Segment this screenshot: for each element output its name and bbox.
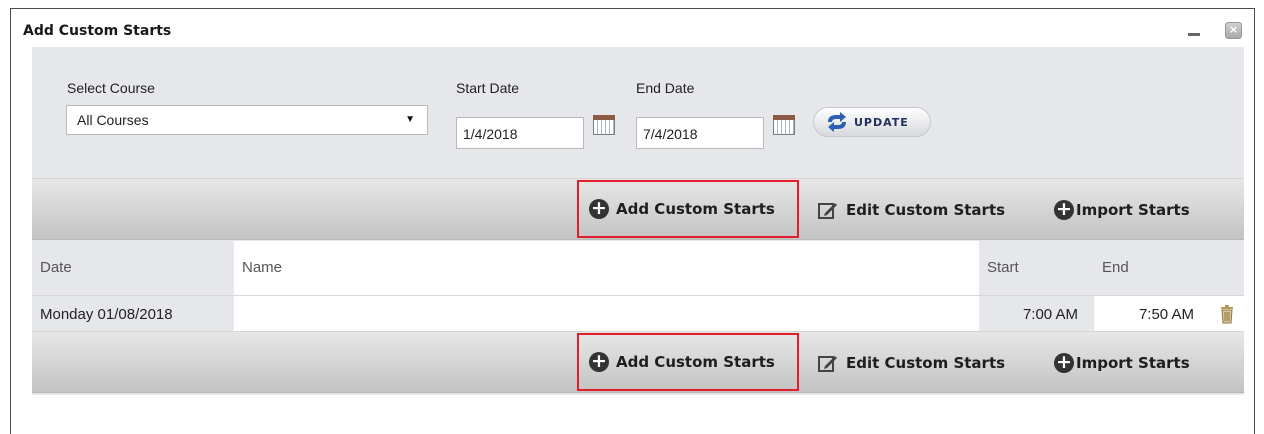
add-custom-starts-label: Add Custom Starts	[616, 353, 775, 371]
cell-date: Monday 01/08/2018	[32, 296, 234, 332]
add-custom-starts-button[interactable]: + Add Custom Starts	[577, 180, 799, 238]
end-date-input[interactable]: 7/4/2018	[636, 117, 764, 149]
import-starts-label: Import Starts	[1076, 201, 1190, 219]
edit-custom-starts-label: Edit Custom Starts	[846, 201, 1006, 219]
end-date-label: End Date	[636, 80, 695, 96]
edit-custom-starts-label: Edit Custom Starts	[846, 354, 1006, 372]
edit-icon	[818, 356, 837, 372]
content-panel: Select Course All Courses ▼ Start Date 1…	[32, 47, 1244, 395]
edit-icon	[818, 203, 837, 219]
column-header-start[interactable]: Start	[979, 241, 1094, 295]
plus-circle-icon: +	[589, 352, 609, 372]
start-date-label: Start Date	[456, 80, 520, 96]
column-header-date[interactable]: Date	[32, 241, 234, 295]
filter-bar: Select Course All Courses ▼ Start Date 1…	[32, 47, 1244, 177]
refresh-icon	[828, 112, 846, 132]
cell-name	[234, 296, 979, 332]
close-icon[interactable]: ×	[1225, 22, 1242, 39]
plus-circle-icon: +	[1054, 200, 1074, 220]
window-title: Add Custom Starts	[23, 23, 172, 39]
import-starts-label: Import Starts	[1076, 354, 1190, 372]
calendar-icon[interactable]	[593, 115, 615, 135]
minimize-icon[interactable]	[1186, 19, 1204, 37]
import-starts-button[interactable]: + Import Starts	[1054, 179, 1190, 241]
actions-toolbar-bottom: + Add Custom Starts Edit Custom Starts +…	[32, 331, 1244, 393]
cell-end: 7:50 AM	[1138, 306, 1194, 323]
plus-circle-icon: +	[589, 199, 609, 219]
edit-custom-starts-button[interactable]: Edit Custom Starts	[818, 332, 1005, 394]
table-header: Date Name Start End	[32, 241, 1244, 295]
course-select-value: All Courses	[77, 112, 149, 128]
course-label: Select Course	[67, 80, 155, 96]
trash-icon[interactable]	[1219, 304, 1235, 324]
edit-custom-starts-button[interactable]: Edit Custom Starts	[818, 179, 1005, 241]
actions-toolbar-top: + Add Custom Starts Edit Custom Starts +…	[32, 178, 1244, 240]
add-custom-starts-label: Add Custom Starts	[616, 200, 775, 218]
start-date-input[interactable]: 1/4/2018	[456, 117, 584, 149]
column-header-name[interactable]: Name	[234, 241, 979, 295]
import-starts-button[interactable]: + Import Starts	[1054, 332, 1190, 394]
plus-circle-icon: +	[1054, 353, 1074, 373]
window-titlebar: Add Custom Starts ×	[11, 9, 1254, 49]
add-custom-starts-window: Add Custom Starts × Select Course All Co…	[10, 8, 1255, 434]
calendar-icon[interactable]	[773, 115, 795, 135]
add-custom-starts-button[interactable]: + Add Custom Starts	[577, 333, 799, 391]
update-button[interactable]: UPDATE	[813, 107, 931, 137]
dropdown-arrow-icon: ▼	[405, 114, 415, 125]
table-row[interactable]: Monday 01/08/2018 7:00 AM 7:50 AM	[32, 295, 1244, 332]
course-select[interactable]: All Courses ▼	[66, 105, 428, 135]
cell-start: 7:00 AM	[979, 296, 1094, 332]
update-button-label: UPDATE	[854, 116, 909, 129]
column-header-end[interactable]: End	[1094, 241, 1244, 295]
